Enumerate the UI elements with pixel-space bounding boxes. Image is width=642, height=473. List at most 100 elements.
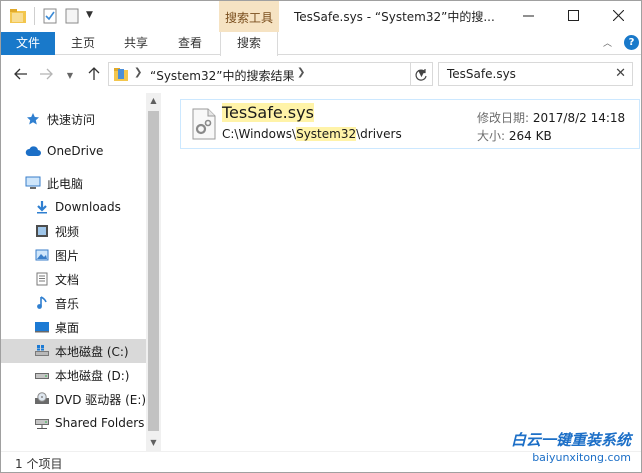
- item-count: 1 个项目: [15, 457, 63, 471]
- sidebar-item-local-disk-c[interactable]: 本地磁盘 (C:): [1, 339, 146, 363]
- help-icon[interactable]: ?: [624, 35, 639, 50]
- sidebar-item-documents[interactable]: 文档: [1, 267, 146, 291]
- sidebar-item-quick-access[interactable]: 快速访问: [1, 107, 146, 131]
- scrollbar-thumb[interactable]: [148, 111, 159, 431]
- expand-ribbon-icon[interactable]: ︿: [603, 36, 617, 50]
- close-button[interactable]: [596, 1, 641, 29]
- watermark-url: baiyunxitong.com: [532, 451, 631, 464]
- customize-toolbar-icon[interactable]: ▼: [86, 10, 96, 26]
- list-item[interactable]: TesSafe.sys C:\Windows\System32\drivers …: [180, 99, 640, 149]
- arrow-up-icon: [88, 67, 100, 80]
- cloud-icon: [25, 143, 41, 159]
- properties-icon[interactable]: [42, 8, 58, 24]
- refresh-icon[interactable]: [414, 68, 428, 82]
- sidebar-item-label: 本地磁盘 (D:): [55, 368, 130, 383]
- folder-icon[interactable]: [9, 8, 27, 24]
- sidebar-item-onedrive[interactable]: OneDrive: [1, 139, 146, 163]
- file-path-prefix: C:\Windows\: [222, 127, 297, 141]
- sidebar-item-label: 本地磁盘 (C:): [55, 344, 129, 359]
- file-name[interactable]: TesSafe.sys: [222, 103, 314, 122]
- sidebar-item-music[interactable]: 音乐: [1, 291, 146, 315]
- arrow-left-icon: [14, 68, 27, 80]
- sidebar-item-label: 快速访问: [47, 112, 96, 127]
- sidebar-item-dvd-drive[interactable]: DVD 驱动器 (E:): [1, 387, 146, 411]
- tab-home[interactable]: 主页: [59, 32, 107, 55]
- desktop-icon: [34, 319, 50, 335]
- navigation-pane-scrollbar[interactable]: ▲ ▼: [146, 93, 161, 451]
- maximize-button[interactable]: [551, 1, 596, 29]
- sidebar-item-shared-folders[interactable]: Shared Folders: [1, 411, 146, 435]
- sidebar-item-label: 此电脑: [47, 176, 84, 191]
- tab-file[interactable]: 文件: [1, 32, 55, 55]
- system-file-icon: [192, 108, 216, 140]
- tab-view[interactable]: 查看: [165, 32, 215, 55]
- ribbon-tabs: 文件 主页 共享 查看 搜索 ︿ ?: [1, 32, 641, 56]
- sidebar-item-pictures[interactable]: 图片: [1, 243, 146, 267]
- new-folder-icon[interactable]: [65, 8, 79, 24]
- close-icon: [613, 9, 624, 21]
- address-bar[interactable]: ❯ “System32”中的搜索结果 ❯: [108, 62, 411, 86]
- sidebar-item-videos[interactable]: 视频: [1, 219, 146, 243]
- breadcrumb-chevron-icon[interactable]: ❯: [134, 67, 142, 78]
- window-title: TesSafe.sys - “System32”中的搜...: [294, 10, 495, 24]
- watermark-logo: 白云一键重装系统 baiyunxitong.com: [481, 425, 641, 471]
- file-size-value: 264 KB: [508, 129, 552, 143]
- up-button[interactable]: [86, 66, 102, 82]
- modified-date: 修改日期: 2017/8/2 14:18: [477, 109, 625, 126]
- file-size: 大小: 264 KB: [477, 127, 552, 144]
- sidebar-item-label: Downloads: [55, 200, 121, 214]
- scroll-up-icon[interactable]: ▲: [146, 93, 161, 109]
- explorer-window: ▼ 搜索工具 TesSafe.sys - “System32”中的搜... 文件…: [0, 0, 642, 473]
- network-drive-icon: [34, 415, 50, 431]
- forward-button[interactable]: [38, 66, 54, 82]
- minimize-button[interactable]: [506, 1, 551, 29]
- tab-share[interactable]: 共享: [111, 32, 161, 55]
- recent-locations-chevron-down-icon[interactable]: ▼: [64, 68, 76, 84]
- sidebar-item-label: Shared Folders: [55, 416, 145, 430]
- star-icon: [25, 111, 41, 127]
- download-icon: [34, 199, 50, 215]
- sidebar-item-desktop[interactable]: 桌面: [1, 315, 146, 339]
- arrow-right-icon: [40, 68, 53, 80]
- search-results-pane: TesSafe.sys C:\Windows\System32\drivers …: [161, 93, 641, 451]
- sidebar-item-downloads[interactable]: Downloads: [1, 195, 146, 219]
- file-path-highlight: System32: [296, 127, 357, 141]
- breadcrumb-chevron-icon[interactable]: ❯: [297, 67, 305, 78]
- scroll-down-icon[interactable]: ▼: [146, 435, 161, 451]
- modified-date-label: 修改日期:: [477, 111, 530, 125]
- dvd-icon: [34, 391, 50, 407]
- context-tab-header: 搜索工具: [219, 1, 279, 32]
- computer-icon: [25, 175, 41, 191]
- maximize-icon: [568, 9, 579, 21]
- file-name-highlight: TesSafe.sys: [222, 103, 314, 122]
- sidebar-item-local-disk-d[interactable]: 本地磁盘 (D:): [1, 363, 146, 387]
- navigation-pane: 快速访问 OneDrive 此电脑 Downloads 视频 图片 文档 音乐 …: [1, 93, 146, 451]
- sidebar-item-label: DVD 驱动器 (E:): [55, 392, 147, 407]
- search-input[interactable]: TesSafe.sys ✕: [438, 62, 633, 86]
- quick-access-separator: [34, 7, 35, 25]
- navigation-bar: ▼ ❯ “System32”中的搜索结果 ❯ ▼ TesSafe.sys ✕: [1, 56, 641, 92]
- music-icon: [34, 295, 50, 311]
- sidebar-item-label: 桌面: [55, 320, 80, 335]
- clear-search-icon[interactable]: ✕: [615, 66, 626, 81]
- picture-icon: [34, 247, 50, 263]
- search-query[interactable]: TesSafe.sys: [447, 67, 516, 81]
- breadcrumb-location[interactable]: “System32”中的搜索结果: [150, 67, 294, 84]
- search-results-folder-icon: [114, 68, 128, 81]
- tab-search[interactable]: 搜索: [220, 32, 278, 56]
- video-icon: [34, 223, 50, 239]
- file-size-label: 大小:: [477, 129, 506, 143]
- modified-date-value: 2017/8/2 14:18: [532, 111, 626, 125]
- file-path-suffix: \drivers: [356, 127, 402, 141]
- context-tab-label: 搜索工具: [224, 11, 273, 25]
- window-title-location: “System32”中的搜...: [374, 10, 495, 24]
- sidebar-item-label: 图片: [55, 248, 80, 263]
- drive-icon: [34, 367, 50, 383]
- sidebar-item-this-pc[interactable]: 此电脑: [1, 171, 146, 195]
- sidebar-item-label: 音乐: [55, 296, 80, 311]
- sidebar-item-label: 视频: [55, 224, 80, 239]
- sidebar-item-label: 文档: [55, 272, 80, 287]
- watermark-title: 白云一键重装系统: [510, 431, 631, 449]
- back-button[interactable]: [13, 66, 29, 82]
- document-icon: [34, 271, 50, 287]
